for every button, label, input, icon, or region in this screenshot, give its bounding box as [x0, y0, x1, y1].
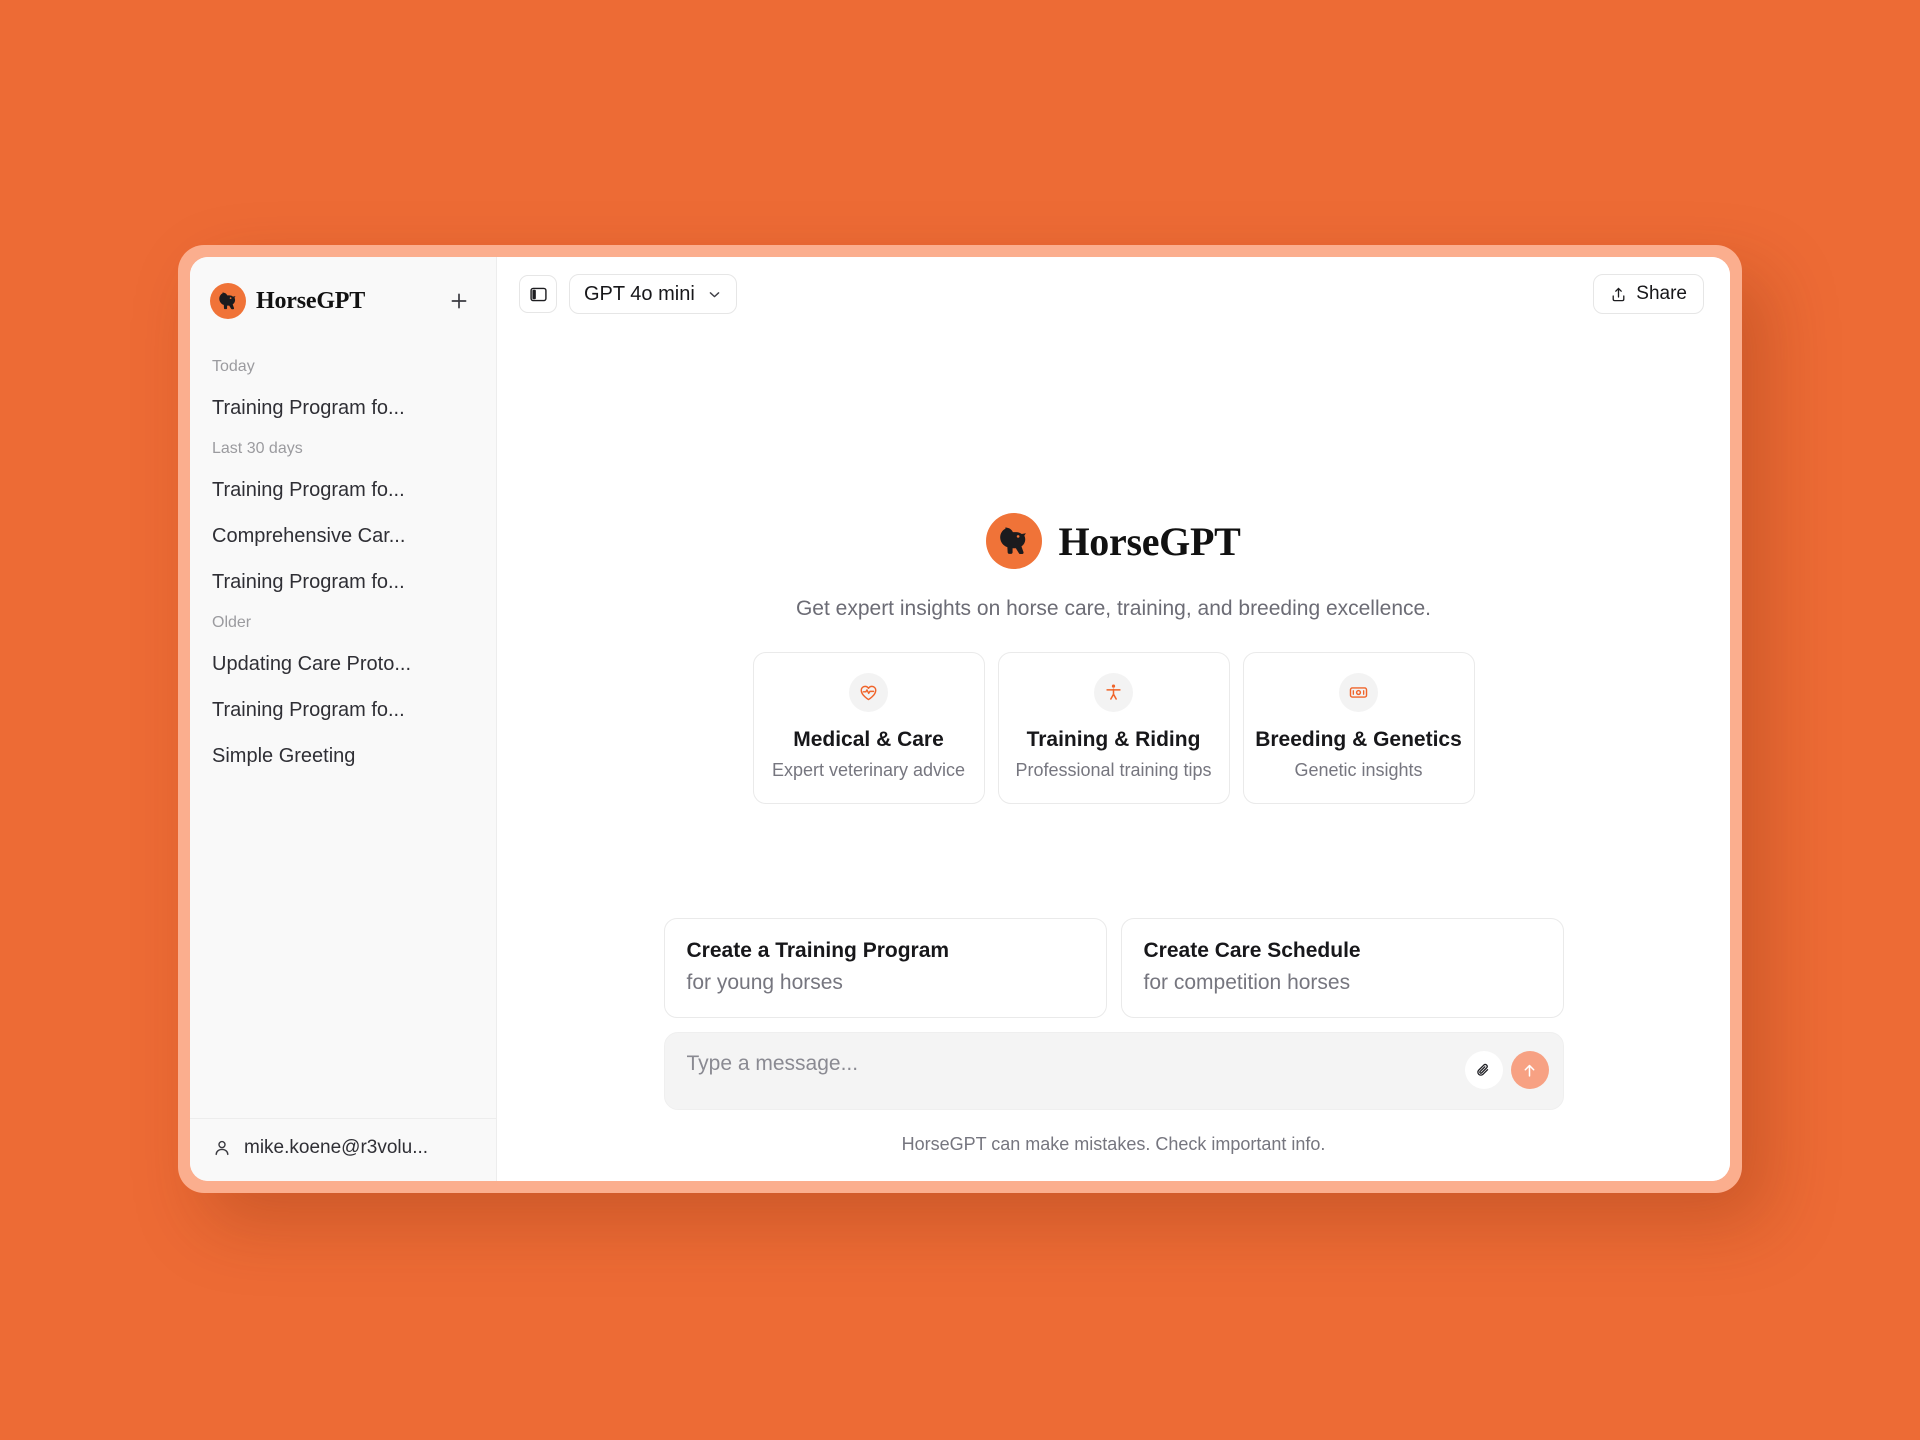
chevron-down-icon: [709, 291, 720, 297]
list-item[interactable]: Training Program fo...: [190, 559, 496, 605]
heart-pulse-icon: [849, 673, 888, 712]
feature-card-medical-care[interactable]: Medical & Care Expert veterinary advice: [752, 652, 985, 804]
message-input[interactable]: [686, 1052, 1465, 1076]
list-item[interactable]: Training Program fo...: [190, 467, 496, 513]
sidebar-brand[interactable]: HorseGPT: [210, 283, 442, 319]
feature-card-list: Medical & Care Expert veterinary advice …: [752, 652, 1475, 804]
sidebar-panel-icon: [529, 287, 547, 301]
sidebar: HorseGPT Today Training Program fo... La…: [190, 257, 497, 1181]
composer: Create a Training Program for young hors…: [497, 918, 1730, 1181]
feature-card-title: Medical & Care: [793, 728, 944, 751]
sidebar-brand-label: HorseGPT: [256, 287, 366, 314]
chat-group-label: Last 30 days: [212, 440, 303, 457]
feature-card-subtitle: Professional training tips: [1015, 760, 1212, 780]
attach-file-button[interactable]: [1464, 1051, 1503, 1089]
share-upload-icon: [1612, 287, 1625, 301]
horse-head-logo-icon: [986, 513, 1043, 569]
message-input-row: [663, 1032, 1564, 1110]
list-item[interactable]: Updating Care Proto...: [190, 641, 496, 687]
suggestion-card-care-schedule[interactable]: Create Care Schedule for competition hor…: [1120, 918, 1564, 1018]
paperclip-icon: [1477, 1063, 1489, 1076]
top-bar: GPT 4o mini Share: [497, 257, 1730, 331]
share-button[interactable]: Share: [1593, 274, 1704, 314]
feature-card-training-riding[interactable]: Training & Riding Professional training …: [997, 652, 1230, 804]
suggestion-title: Create Care Schedule: [1143, 939, 1361, 962]
disclaimer-text: HorseGPT can make mistakes. Check import…: [901, 1134, 1326, 1154]
main-content: GPT 4o mini Share HorseGPT Get expert in…: [497, 257, 1730, 1181]
chat-history-list: Today Training Program fo... Last 30 day…: [190, 331, 496, 1118]
feature-card-title: Breeding & Genetics: [1255, 728, 1462, 751]
list-item[interactable]: Training Program fo...: [190, 385, 496, 431]
list-item[interactable]: Comprehensive Car...: [190, 513, 496, 559]
model-selector[interactable]: GPT 4o mini: [569, 274, 737, 314]
feature-card-subtitle: Expert veterinary advice: [771, 760, 966, 780]
suggestion-card-training-program[interactable]: Create a Training Program for young hors…: [663, 918, 1107, 1018]
suggestion-title: Create a Training Program: [686, 939, 950, 962]
feature-card-title: Training & Riding: [1026, 728, 1201, 751]
arrow-up-icon: [1524, 1064, 1535, 1077]
page-title: HorseGPT: [1058, 518, 1241, 564]
list-item[interactable]: Training Program fo...: [190, 687, 496, 733]
model-selector-label: GPT 4o mini: [584, 282, 695, 305]
app-window: HorseGPT Today Training Program fo... La…: [190, 257, 1730, 1181]
suggestion-subtitle: for young horses: [686, 971, 843, 994]
plus-icon: [451, 293, 467, 309]
account-button[interactable]: mike.koene@r3volu...: [190, 1118, 496, 1181]
account-email-label: mike.koene@r3volu...: [244, 1137, 429, 1158]
banknote-icon: [1339, 673, 1378, 712]
share-button-label: Share: [1636, 283, 1687, 304]
suggestion-subtitle: for competition horses: [1143, 971, 1351, 994]
sidebar-toggle-button[interactable]: [519, 275, 557, 313]
chat-group-label: Today: [212, 358, 255, 375]
list-item[interactable]: Simple Greeting: [190, 733, 496, 779]
suggestion-list: Create a Training Program for young hors…: [663, 918, 1564, 1018]
hero-brand: HorseGPT: [986, 513, 1241, 569]
hero-section: HorseGPT Get expert insights on horse ca…: [497, 331, 1730, 918]
sidebar-header: HorseGPT: [190, 257, 496, 331]
send-message-button[interactable]: [1510, 1051, 1549, 1089]
hero-tagline: Get expert insights on horse care, train…: [795, 597, 1432, 620]
app-window-frame: HorseGPT Today Training Program fo... La…: [178, 245, 1742, 1193]
horse-head-logo-icon: [210, 283, 246, 319]
new-chat-button[interactable]: [442, 284, 476, 318]
user-icon: [215, 1140, 229, 1156]
feature-card-breeding-genetics[interactable]: Breeding & Genetics Genetic insights: [1242, 652, 1475, 804]
feature-card-subtitle: Genetic insights: [1294, 760, 1423, 780]
person-figure-icon: [1094, 673, 1133, 712]
chat-group-label: Older: [212, 614, 252, 631]
